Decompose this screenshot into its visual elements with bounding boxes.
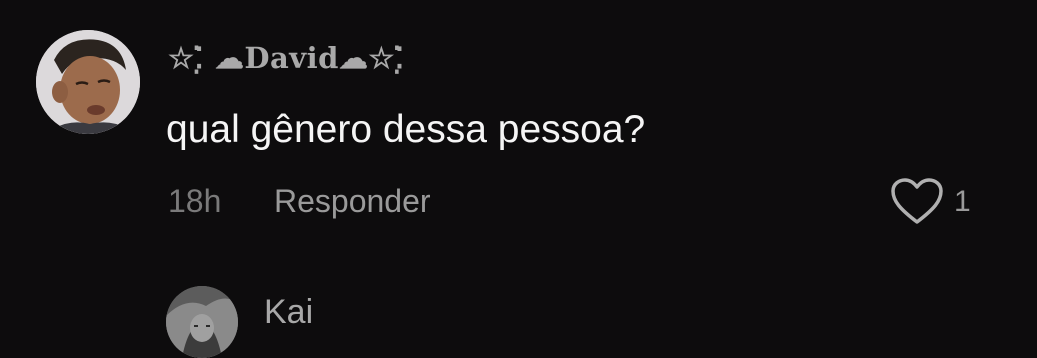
comment-item: ☆⁚̣̇ ☁David☁☆⁚̣̇ qual gênero dessa pesso… <box>0 0 1037 260</box>
reply-username[interactable]: Kai <box>264 290 313 334</box>
commenter-username[interactable]: ☆⁚̣̇ ☁David☁☆⁚̣̇ <box>168 36 405 80</box>
commenter-avatar[interactable] <box>36 30 140 134</box>
like-button[interactable] <box>888 176 946 226</box>
reply-button[interactable]: Responder <box>274 181 431 221</box>
reply-item[interactable]: Kai <box>0 280 1037 358</box>
comment-timestamp: 18h <box>168 183 222 219</box>
reply-avatar[interactable] <box>166 286 238 358</box>
comment-text: qual gênero dessa pessoa? <box>166 108 646 151</box>
heart-outline-icon <box>891 178 943 224</box>
like-count: 1 <box>954 185 971 218</box>
